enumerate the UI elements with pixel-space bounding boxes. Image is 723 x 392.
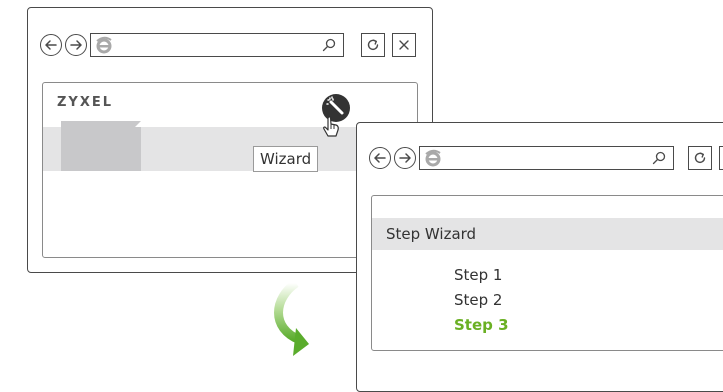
wizard-title: Step Wizard <box>386 225 477 243</box>
forward-button[interactable] <box>65 34 87 56</box>
wizard-panel: Step Wizard Step 1 Step 2 Step 3 <box>371 195 723 351</box>
back-button[interactable] <box>369 147 391 169</box>
refresh-icon <box>367 39 379 51</box>
zyxel-logo: ZYXEL <box>57 95 114 110</box>
refresh-button[interactable] <box>361 33 385 57</box>
ie-logo-icon <box>96 36 112 54</box>
step-1[interactable]: Step 1 <box>454 266 502 284</box>
back-arrow-icon <box>374 153 386 163</box>
close-button[interactable] <box>719 146 723 170</box>
back-arrow-icon <box>45 40 57 50</box>
forward-arrow-icon <box>399 153 411 163</box>
back-button[interactable] <box>40 34 62 56</box>
forward-button[interactable] <box>394 147 416 169</box>
search-icon[interactable] <box>651 150 667 166</box>
wizard-tooltip: Wizard <box>253 146 319 172</box>
step-3[interactable]: Step 3 <box>454 316 509 334</box>
browser-window-wizard: Step Wizard Step 1 Step 2 Step 3 <box>356 122 723 392</box>
curved-arrow-icon <box>274 280 309 356</box>
refresh-button[interactable] <box>688 146 712 170</box>
ie-logo-icon <box>425 149 441 167</box>
close-button[interactable] <box>392 33 416 57</box>
step-2[interactable]: Step 2 <box>454 291 502 309</box>
hand-cursor-icon <box>323 116 339 137</box>
address-bar[interactable] <box>90 33 344 57</box>
search-icon[interactable] <box>321 37 337 53</box>
forward-arrow-icon <box>70 40 82 50</box>
nav-tab-corner <box>135 121 141 127</box>
address-bar[interactable] <box>419 146 674 170</box>
refresh-icon <box>694 152 706 164</box>
nav-tab <box>61 121 141 171</box>
close-icon <box>399 40 409 50</box>
